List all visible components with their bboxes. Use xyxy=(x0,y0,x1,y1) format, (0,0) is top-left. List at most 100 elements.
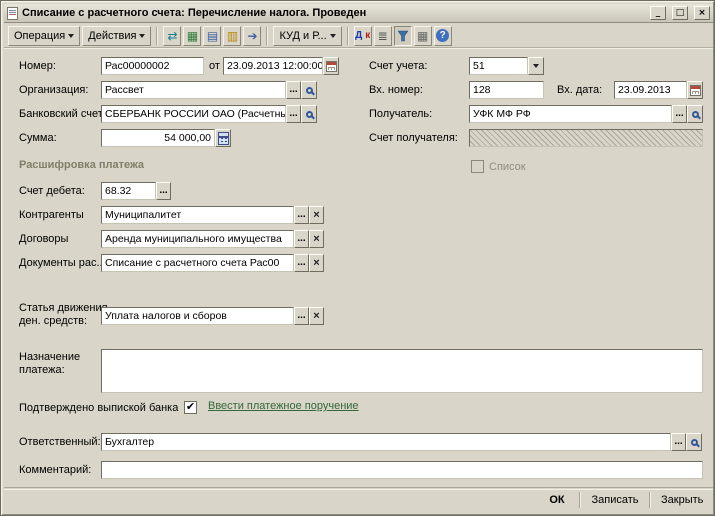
dtkt-postings-button[interactable]: Дк xyxy=(353,25,372,46)
save-button[interactable]: Записать xyxy=(585,490,645,510)
cashflow-item-field[interactable]: Уплата налогов и сборов xyxy=(101,307,294,325)
contract-clear-button[interactable]: × xyxy=(309,230,324,248)
magnifier-icon xyxy=(305,86,313,94)
comment-label: Комментарий: xyxy=(19,464,92,476)
ellipsis-icon: ... xyxy=(674,436,683,447)
ellipsis-icon: ... xyxy=(675,108,684,119)
amount-field[interactable]: 54 000,00 xyxy=(101,129,215,147)
number-field[interactable]: Рас00000002 xyxy=(101,57,204,75)
comment-field[interactable] xyxy=(101,461,703,479)
confirmed-checkbox[interactable]: ✔ xyxy=(184,401,197,414)
close-form-button[interactable]: Закрыть xyxy=(655,490,707,510)
clear-icon: × xyxy=(313,310,320,322)
purpose-textarea[interactable] xyxy=(101,349,703,393)
payment-section-title: Расшифровка платежа xyxy=(19,159,145,171)
document-icon xyxy=(7,6,18,20)
chevron-down-icon xyxy=(139,34,146,41)
help-button[interactable]: ? xyxy=(433,25,452,46)
chevron-down-icon xyxy=(533,63,539,71)
funnel-icon xyxy=(397,30,409,41)
document-window: Списание с расчетного счета: Перечислени… xyxy=(0,0,715,516)
incoming-date-label: Вх. дата: xyxy=(557,84,603,96)
minimize-button[interactable]: _ xyxy=(650,6,666,20)
table-button[interactable]: ▦ xyxy=(413,25,432,46)
footer-separator xyxy=(579,492,581,508)
kud-menu-button[interactable]: КУД и Р... xyxy=(273,25,342,46)
amount-calculator-button[interactable] xyxy=(215,129,231,147)
cashflow-item-label-line2: ден. средств: xyxy=(19,315,88,327)
responsible-choose-button[interactable]: ... xyxy=(671,433,686,451)
footer-divider xyxy=(4,487,713,489)
contract-choose-button[interactable]: ... xyxy=(294,230,309,248)
debit-account-field[interactable]: 68.32 xyxy=(101,182,156,200)
print-button[interactable]: ▥ xyxy=(223,25,242,46)
settlement-document-field[interactable]: Списание с расчетного счета Рас00 xyxy=(101,254,294,272)
close-button[interactable]: × xyxy=(694,6,710,20)
receiver-label: Получатель: xyxy=(369,108,433,120)
organization-open-button[interactable] xyxy=(301,81,317,99)
date-field[interactable]: 23.09.2013 12:00:00 xyxy=(223,57,323,75)
filter-button[interactable] xyxy=(393,25,412,46)
contractor-clear-button[interactable]: × xyxy=(309,206,324,224)
number-label: Номер: xyxy=(19,60,56,72)
organization-label: Организация: xyxy=(19,84,89,96)
operation-menu-label: Операция xyxy=(14,29,66,42)
structure-icon: ≣ xyxy=(377,28,388,43)
reread-button[interactable]: ⇄ xyxy=(163,25,182,46)
cashflow-item-choose-button[interactable]: ... xyxy=(294,307,309,325)
incoming-date-calendar-button[interactable] xyxy=(687,81,703,99)
responsible-field[interactable]: Бухгалтер xyxy=(101,433,671,451)
contract-field[interactable]: Аренда муниципального имущества xyxy=(101,230,294,248)
incoming-number-field[interactable]: 128 xyxy=(469,81,544,99)
settlement-document-choose-button[interactable]: ... xyxy=(294,254,309,272)
ellipsis-icon: ... xyxy=(297,233,306,244)
ok-button[interactable]: ОК xyxy=(539,490,575,510)
clear-icon: × xyxy=(313,233,320,245)
actions-menu-button[interactable]: Действия xyxy=(82,25,152,46)
journal-button[interactable]: ▦ xyxy=(183,25,202,46)
magnifier-icon xyxy=(305,110,313,118)
organization-field[interactable]: Рассвет xyxy=(101,81,286,99)
bank-account-choose-button[interactable]: ... xyxy=(286,105,301,123)
calendar-icon xyxy=(689,84,701,96)
account-combo[interactable]: 51 xyxy=(469,57,528,75)
magnifier-icon xyxy=(691,110,699,118)
chevron-down-icon xyxy=(68,34,75,41)
bank-account-open-button[interactable] xyxy=(301,105,317,123)
help-icon: ? xyxy=(436,29,450,42)
debit-account-choose-button[interactable]: ... xyxy=(156,182,171,200)
receiver-choose-button[interactable]: ... xyxy=(672,105,687,123)
structure-button[interactable]: ≣ xyxy=(373,25,392,46)
footer-separator xyxy=(649,492,651,508)
list-checkbox-label: Список xyxy=(489,161,526,173)
settlement-document-clear-button[interactable]: × xyxy=(309,254,324,272)
toolbar: Операция Действия ⇄ ▦ ▤ ▥ ➔ КУД и Р... Д… xyxy=(4,24,713,48)
receiver-open-button[interactable] xyxy=(687,105,703,123)
enter-payment-order-link[interactable]: Ввести платежное поручение xyxy=(208,400,359,412)
goto-button[interactable]: ➔ xyxy=(243,25,262,46)
copy-button[interactable]: ▤ xyxy=(203,25,222,46)
responsible-open-button[interactable] xyxy=(686,433,702,451)
date-calendar-button[interactable] xyxy=(323,57,339,75)
bank-account-field[interactable]: СБЕРБАНК РОССИИ ОАО (Расчетны xyxy=(101,105,286,123)
clear-icon: × xyxy=(313,257,320,269)
toolbar-separator xyxy=(346,26,349,45)
check-icon: ✔ xyxy=(185,401,196,413)
toolbar-separator xyxy=(156,26,159,45)
copy-icon: ▤ xyxy=(206,28,219,43)
contractor-field[interactable]: Муниципалитет xyxy=(101,206,294,224)
settlement-document-label: Документы рас... xyxy=(19,257,106,269)
contractor-label: Контрагенты xyxy=(19,209,84,221)
operation-menu-button[interactable]: Операция xyxy=(8,25,81,46)
account-dropdown-button[interactable] xyxy=(528,57,544,75)
organization-choose-button[interactable]: ... xyxy=(286,81,301,99)
contract-label: Договоры xyxy=(19,233,69,245)
close-icon: × xyxy=(698,7,706,18)
window-title: Списание с расчетного счета: Перечислени… xyxy=(22,7,367,19)
contractor-choose-button[interactable]: ... xyxy=(294,206,309,224)
receiver-field[interactable]: УФК МФ РФ xyxy=(469,105,672,123)
cashflow-item-clear-button[interactable]: × xyxy=(309,307,324,325)
incoming-date-field[interactable]: 23.09.2013 xyxy=(614,81,687,99)
print-icon: ▥ xyxy=(226,28,239,43)
maximize-button[interactable]: □ xyxy=(672,6,688,20)
